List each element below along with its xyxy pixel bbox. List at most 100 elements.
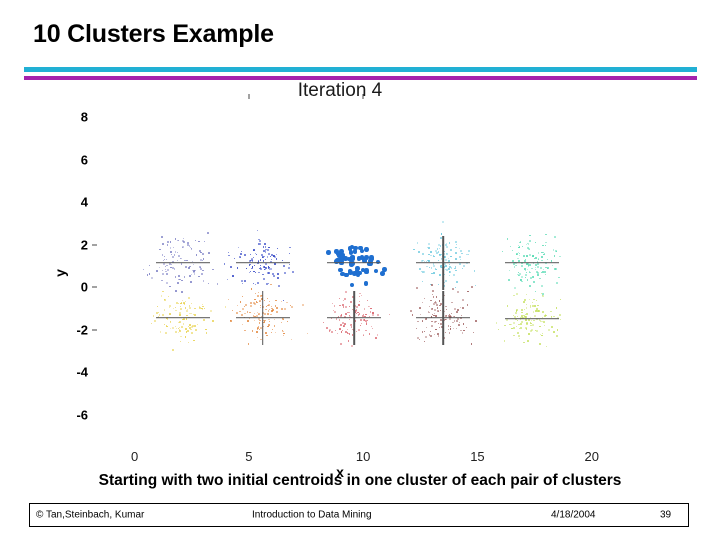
- data-point: [495, 321, 498, 324]
- y-tick-label: 8: [80, 109, 88, 125]
- data-point: [524, 309, 526, 311]
- data-point: [531, 301, 533, 303]
- data-point: [513, 294, 515, 297]
- y-tick-label: -4: [76, 364, 88, 380]
- y-axis-label: y: [51, 268, 68, 277]
- data-point: [552, 315, 555, 318]
- x-tick-label: 15: [470, 449, 485, 464]
- data-point: [555, 307, 558, 310]
- x-tick-label: 5: [245, 449, 253, 464]
- data-point: [518, 335, 521, 338]
- footer-page-number: 39: [660, 509, 672, 521]
- centroid-marker-horizontal: [505, 318, 560, 320]
- data-point: [546, 346, 547, 348]
- y-tick-label: 2: [80, 237, 88, 252]
- data-point: [541, 332, 543, 334]
- data-point: [518, 337, 521, 340]
- data-point: [524, 299, 527, 301]
- slide-footer: © Tan,Steinbach, Kumar Introduction to D…: [29, 503, 689, 527]
- data-point: [534, 330, 536, 332]
- x-tick-mark: [362, 94, 364, 99]
- plot-area: 8 6 4 2 0 -2 -4 -6 0 5 10 15 20: [76, 94, 658, 464]
- data-point: [521, 309, 523, 311]
- data-point: [525, 306, 528, 309]
- y-tick-mark: [92, 286, 97, 288]
- data-point: [533, 314, 536, 317]
- data-point: [560, 299, 562, 301]
- footer-date: 4/18/2004: [551, 509, 596, 521]
- slide-caption: Starting with two initial centroids in o…: [98, 472, 622, 489]
- data-point: [544, 315, 546, 317]
- data-point: [513, 321, 516, 324]
- data-point: [504, 324, 507, 327]
- data-point: [506, 305, 509, 307]
- x-tick-mark: [248, 94, 250, 99]
- data-point: [527, 333, 530, 336]
- y-tick-label: 0: [80, 279, 88, 295]
- data-point: [534, 305, 536, 307]
- data-point: [530, 330, 533, 333]
- data-point: [555, 335, 558, 337]
- data-point: [532, 319, 535, 322]
- y-tick-mark: [92, 244, 97, 245]
- data-point: [526, 303, 528, 305]
- data-point: [535, 330, 538, 332]
- y-tick-mark: [92, 329, 97, 330]
- x-tick-label: 20: [584, 449, 599, 464]
- data-point: [543, 320, 545, 323]
- data-point: [542, 295, 544, 298]
- data-point: [526, 321, 529, 324]
- data-point: [550, 310, 552, 313]
- data-point: [516, 325, 518, 327]
- data-point: [516, 319, 519, 322]
- data-point: [512, 327, 515, 329]
- data-point: [539, 343, 542, 345]
- y-tick-label: 4: [80, 194, 88, 210]
- data-point: [520, 311, 523, 314]
- data-point: [524, 313, 526, 315]
- y-tick-label: -6: [76, 407, 88, 422]
- data-point: [523, 341, 525, 344]
- footer-book-title: Introduction to Data Mining: [252, 509, 372, 521]
- data-point: [498, 329, 500, 331]
- y-tick-label: 6: [80, 152, 88, 167]
- data-point: [514, 312, 517, 315]
- data-point: [539, 325, 541, 328]
- footer-copyright: © Tan,Steinbach, Kumar: [36, 509, 145, 521]
- data-point: [503, 339, 506, 342]
- data-point: [524, 326, 527, 329]
- data-point: [520, 327, 522, 329]
- data-point: [512, 334, 515, 337]
- chart-title: Iteration 4: [297, 80, 383, 101]
- divider-rule-top: [24, 67, 697, 72]
- data-point: [528, 298, 530, 300]
- data-point: [526, 339, 529, 342]
- data-point: [543, 325, 545, 327]
- data-point: [556, 328, 559, 331]
- data-point: [517, 332, 520, 335]
- data-point: [541, 292, 543, 294]
- data-point: [542, 311, 544, 314]
- data-point: [541, 334, 543, 337]
- cluster-cluster-10-yellowgreen: [98, 100, 658, 440]
- x-tick-label: 0: [130, 449, 139, 464]
- data-point: [530, 324, 532, 327]
- data-point: [532, 298, 535, 301]
- data-point: [526, 313, 528, 315]
- data-point: [509, 323, 512, 326]
- y-tick-label: -2: [76, 322, 88, 337]
- data-point: [537, 310, 539, 312]
- data-point: [536, 304, 539, 307]
- page-title: 10 Clusters Example: [33, 20, 274, 48]
- data-point: [526, 294, 528, 296]
- data-point: [548, 329, 550, 331]
- data-point: [560, 319, 562, 321]
- data-point: [535, 299, 538, 302]
- data-point: [516, 293, 519, 295]
- scatter-chart: Iteration 4 y 8 6 4 2 0 -2 -4 -6 0 5 10 15 20 x: [0, 80, 720, 480]
- data-point: [552, 330, 555, 333]
- data-point: [522, 300, 525, 303]
- data-point: [510, 323, 512, 325]
- data-point: [516, 315, 518, 317]
- data-point: [529, 305, 532, 308]
